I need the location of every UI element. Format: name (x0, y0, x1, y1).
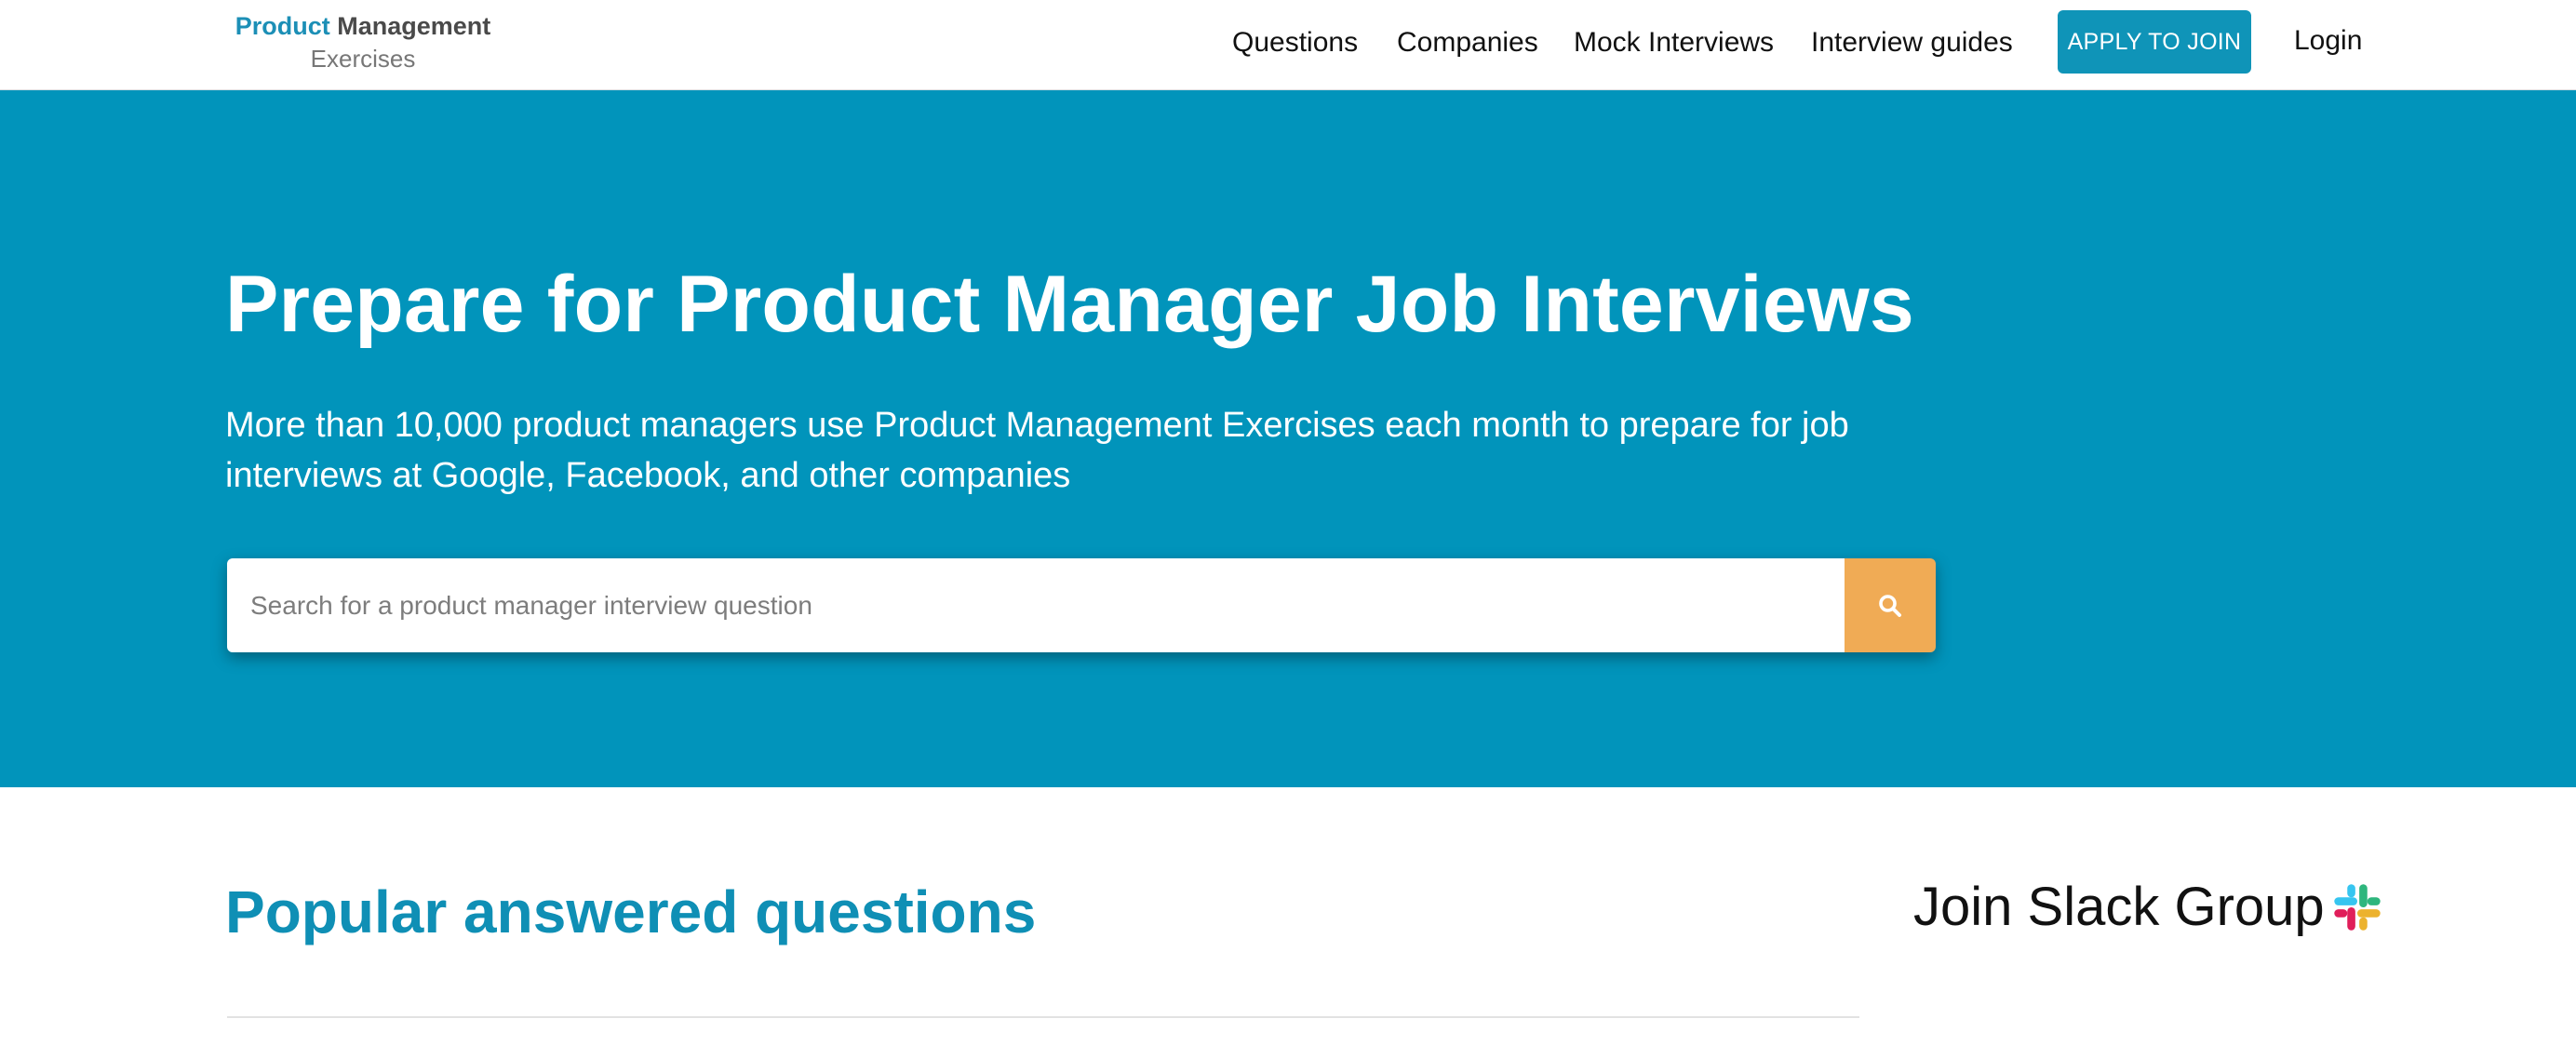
logo-management-word: Management (337, 12, 491, 40)
apply-to-join-button[interactable]: APPLY TO JOIN (2058, 10, 2251, 74)
search-input[interactable] (227, 558, 1846, 652)
search-bar (227, 558, 1936, 652)
nav-link-interview-guides[interactable]: Interview guides (1811, 24, 2013, 61)
section-divider (227, 1016, 1859, 1018)
logo-title: Product Management (233, 9, 493, 43)
logo-subtitle: Exercises (310, 45, 416, 73)
nav-link-questions[interactable]: Questions (1232, 24, 1358, 61)
search-icon (1879, 594, 1901, 617)
join-slack-group-link[interactable]: Join Slack Group (1913, 870, 2384, 945)
hero-subtitle: More than 10,000 product managers use Pr… (225, 406, 1849, 495)
login-link[interactable]: Login (2294, 22, 2362, 60)
nav-link-companies[interactable]: Companies (1397, 24, 1538, 61)
slack-group-label: Join Slack Group (1913, 877, 2325, 937)
hero-banner: Prepare for Product Manager Job Intervie… (0, 90, 2576, 787)
nav-link-mock-interviews[interactable]: Mock Interviews (1574, 24, 1774, 61)
site-logo[interactable]: Product Management Exercises (233, 9, 493, 74)
popular-questions-heading: Popular answered questions (225, 878, 1037, 945)
logo-product-word: Product (235, 12, 330, 40)
top-navbar: Product Management Exercises Questions C… (0, 0, 2576, 90)
search-button[interactable] (1845, 558, 1936, 652)
slack-icon (2333, 884, 2381, 931)
hero-title: Prepare for Product Manager Job Intervie… (225, 260, 1914, 349)
